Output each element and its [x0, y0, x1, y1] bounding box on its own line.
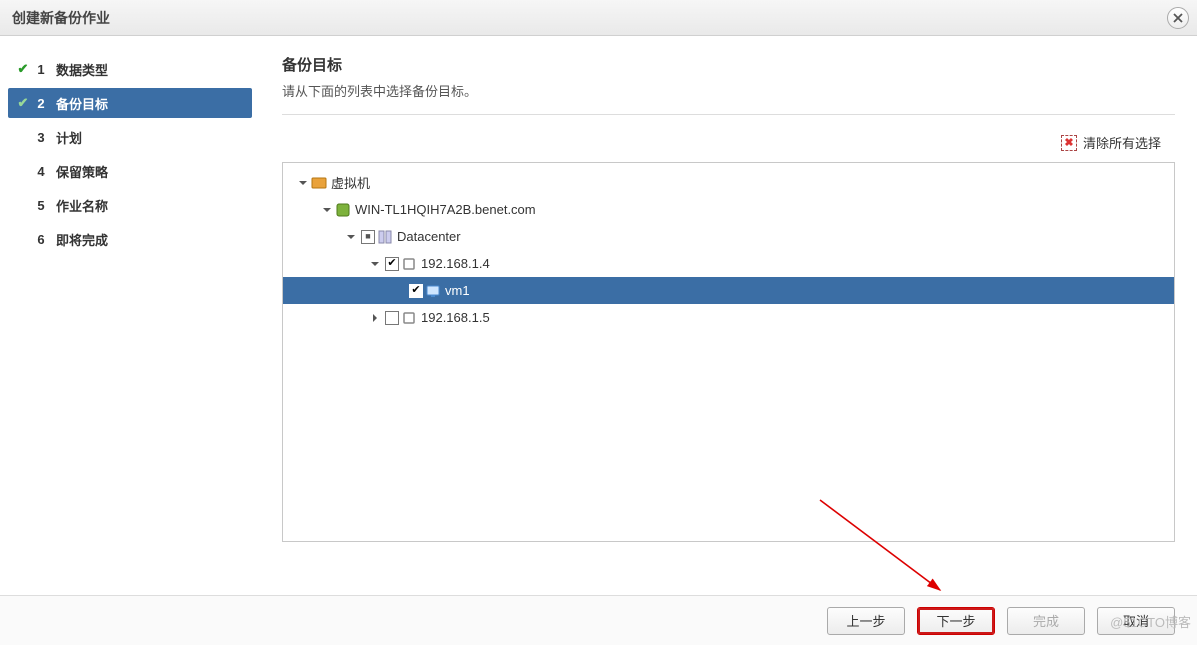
folder-icon — [311, 175, 327, 191]
checkbox[interactable] — [361, 230, 375, 244]
step-finish[interactable]: 6 即将完成 — [8, 224, 252, 254]
tree-node-host1[interactable]: 192.168.1.4 — [283, 250, 1174, 277]
tree-node-label: 192.168.1.5 — [421, 310, 490, 325]
close-icon — [1173, 0, 1183, 36]
tree-node-label: 虚拟机 — [331, 173, 370, 192]
close-button[interactable] — [1167, 7, 1189, 29]
clear-all-label: 清除所有选择 — [1083, 133, 1161, 152]
cancel-button[interactable]: 取消 — [1097, 607, 1175, 635]
check-icon: ✔ — [14, 95, 32, 111]
tree-node-server[interactable]: WIN-TL1HQIH7A2B.benet.com — [283, 196, 1174, 223]
expand-toggle[interactable] — [319, 202, 335, 218]
prev-button[interactable]: 上一步 — [827, 607, 905, 635]
tree-node-label: Datacenter — [397, 229, 461, 244]
tree-node-datacenter[interactable]: Datacenter — [283, 223, 1174, 250]
vm-icon — [425, 283, 441, 299]
clear-all-link[interactable]: ✖ 清除所有选择 — [1061, 133, 1161, 152]
step-schedule[interactable]: 3 计划 — [8, 122, 252, 152]
step-retention[interactable]: 4 保留策略 — [8, 156, 252, 186]
expand-toggle[interactable] — [367, 310, 383, 326]
tree-node-label: 192.168.1.4 — [421, 256, 490, 271]
tree-node-label: vm1 — [445, 283, 470, 298]
step-backup-target[interactable]: ✔ 2 备份目标 — [8, 88, 252, 118]
host-icon — [401, 256, 417, 272]
vcenter-icon — [335, 202, 351, 218]
page-description: 请从下面的列表中选择备份目标。 — [282, 81, 1175, 115]
expand-toggle[interactable] — [343, 229, 359, 245]
clear-icon: ✖ — [1061, 135, 1077, 151]
step-job-name[interactable]: 5 作业名称 — [8, 190, 252, 220]
checkbox[interactable] — [409, 284, 423, 298]
checkbox[interactable] — [385, 311, 399, 325]
tree-node-host2[interactable]: 192.168.1.5 — [283, 304, 1174, 331]
next-button[interactable]: 下一步 — [917, 607, 995, 635]
backup-target-tree[interactable]: 虚拟机 WIN-TL1HQIH7A2B.benet.com — [282, 162, 1175, 542]
page-heading: 备份目标 — [282, 54, 1175, 75]
check-icon: ✔ — [14, 61, 32, 77]
checkbox[interactable] — [385, 257, 399, 271]
expand-toggle[interactable] — [367, 256, 383, 272]
tree-node-root[interactable]: 虚拟机 — [283, 169, 1174, 196]
host-icon — [401, 310, 417, 326]
finish-button: 完成 — [1007, 607, 1085, 635]
expand-toggle[interactable] — [295, 175, 311, 191]
wizard-steps: ✔ 1 数据类型 ✔ 2 备份目标 3 计划 4 保留策略 5 作业名称 6 即… — [0, 36, 260, 595]
datacenter-icon — [377, 229, 393, 245]
window-title: 创建新备份作业 — [12, 10, 110, 26]
tree-node-label: WIN-TL1HQIH7A2B.benet.com — [355, 202, 536, 217]
wizard-footer: 上一步 下一步 完成 取消 — [0, 595, 1197, 645]
tree-node-vm1[interactable]: vm1 — [283, 277, 1174, 304]
step-data-type[interactable]: ✔ 1 数据类型 — [8, 54, 252, 84]
